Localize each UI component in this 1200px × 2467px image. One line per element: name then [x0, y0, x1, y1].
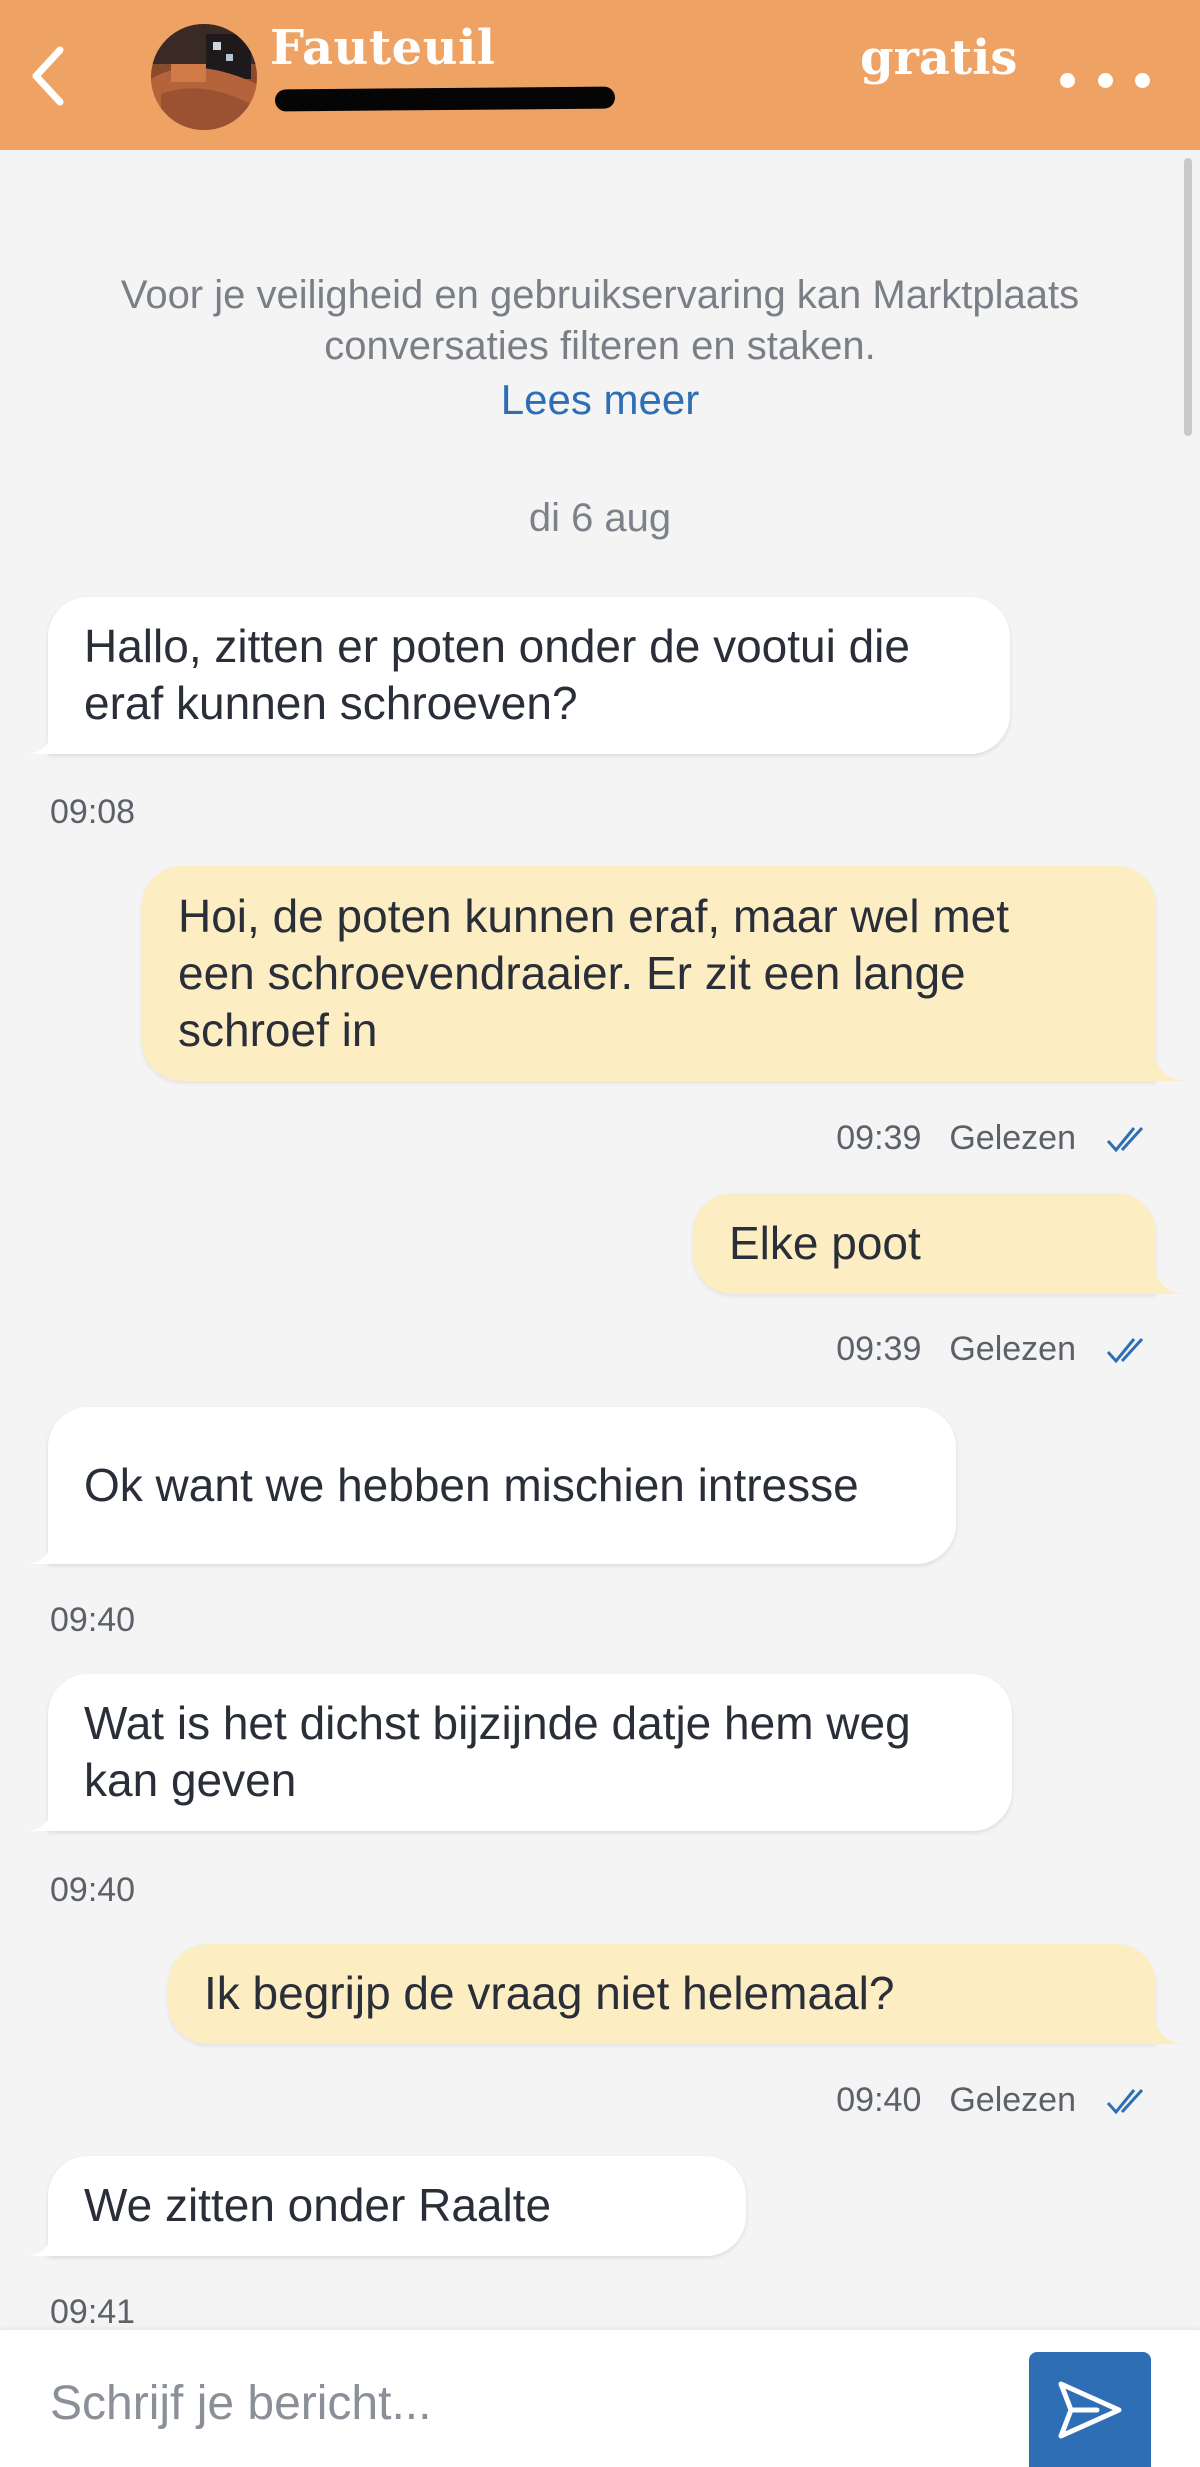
message-time: 09:40: [836, 2081, 922, 2119]
listing-price: gratis: [860, 30, 1018, 86]
listing-avatar[interactable]: [151, 24, 257, 130]
redaction-mark: [274, 86, 616, 112]
conversation-header: Fauteuil gratis: [0, 0, 1200, 150]
back-button[interactable]: [18, 36, 78, 116]
message-line: Hoi, de poten kunnen eraf, maar wel met: [178, 890, 1010, 942]
read-status: Gelezen: [949, 1119, 1076, 1157]
message-bubble-outgoing[interactable]: Hoi, de poten kunnen eraf, maar wel met …: [142, 866, 1184, 1081]
message-time: 09:40: [50, 1871, 136, 1909]
message-line: schroef in: [178, 1004, 378, 1056]
listing-title[interactable]: Fauteuil: [270, 24, 560, 72]
message-meta: 09:40 Gelezen: [836, 2081, 1150, 2120]
message-composer: [0, 2330, 1200, 2467]
message-line: Ik begrijp de vraag niet helemaal?: [204, 1967, 895, 2019]
message-time: 09:08: [50, 793, 136, 831]
message-line: eraf kunnen schroeven?: [84, 677, 578, 729]
message-bubble-incoming[interactable]: Ok want we hebben mischien intresse: [28, 1407, 956, 1564]
notice-line: Voor je veiligheid en gebruikservaring k…: [120, 273, 1080, 317]
message-meta: 09:39 Gelezen: [836, 1330, 1150, 1369]
send-button[interactable]: [1029, 2352, 1151, 2467]
send-icon: [1058, 2381, 1122, 2438]
message-bubble-incoming[interactable]: Hallo, zitten er poten onder de vootui d…: [28, 597, 1010, 754]
more-dots-icon: [1060, 72, 1075, 88]
message-bubble-outgoing[interactable]: Elke poot: [693, 1193, 1184, 1294]
double-check-icon: [1106, 1336, 1150, 1364]
read-status: Gelezen: [949, 1330, 1076, 1368]
more-options-button[interactable]: [1060, 50, 1150, 110]
message-line: een schroevendraaier. Er zit een lange: [178, 947, 966, 999]
message-time: 09:41: [50, 2293, 136, 2331]
date-separator: di 6 aug: [528, 496, 672, 540]
read-status: Gelezen: [949, 2081, 1076, 2119]
safety-notice: Voor je veiligheid en gebruikservaring k…: [0, 270, 1200, 372]
message-input[interactable]: [50, 2358, 990, 2448]
message-meta: 09:39 Gelezen: [836, 1119, 1150, 1158]
message-time: 09:39: [836, 1330, 922, 1368]
message-line: kan geven: [84, 1754, 297, 1806]
double-check-icon: [1106, 1125, 1150, 1153]
message-time: 09:40: [50, 1601, 136, 1639]
message-line: We zitten onder Raalte: [84, 2179, 552, 2231]
message-bubble-outgoing[interactable]: Ik begrijp de vraag niet helemaal?: [168, 1944, 1184, 2044]
message-line: Wat is het dichst bijzijnde datje hem we…: [84, 1697, 911, 1749]
message-line: Ok want we hebben mischien intresse: [84, 1459, 859, 1511]
message-bubble-incoming[interactable]: Wat is het dichst bijzijnde datje hem we…: [28, 1674, 1012, 1831]
message-line: Elke poot: [729, 1217, 921, 1269]
message-line: Hallo, zitten er poten onder de vootui d…: [84, 620, 910, 672]
double-check-icon: [1106, 2087, 1150, 2115]
message-time: 09:39: [836, 1119, 922, 1157]
read-more-link[interactable]: Lees meer: [501, 376, 699, 423]
notice-line: conversaties filteren en staken.: [324, 324, 876, 368]
chevron-left-icon: [32, 46, 64, 106]
message-bubble-incoming[interactable]: We zitten onder Raalte: [28, 2156, 746, 2256]
